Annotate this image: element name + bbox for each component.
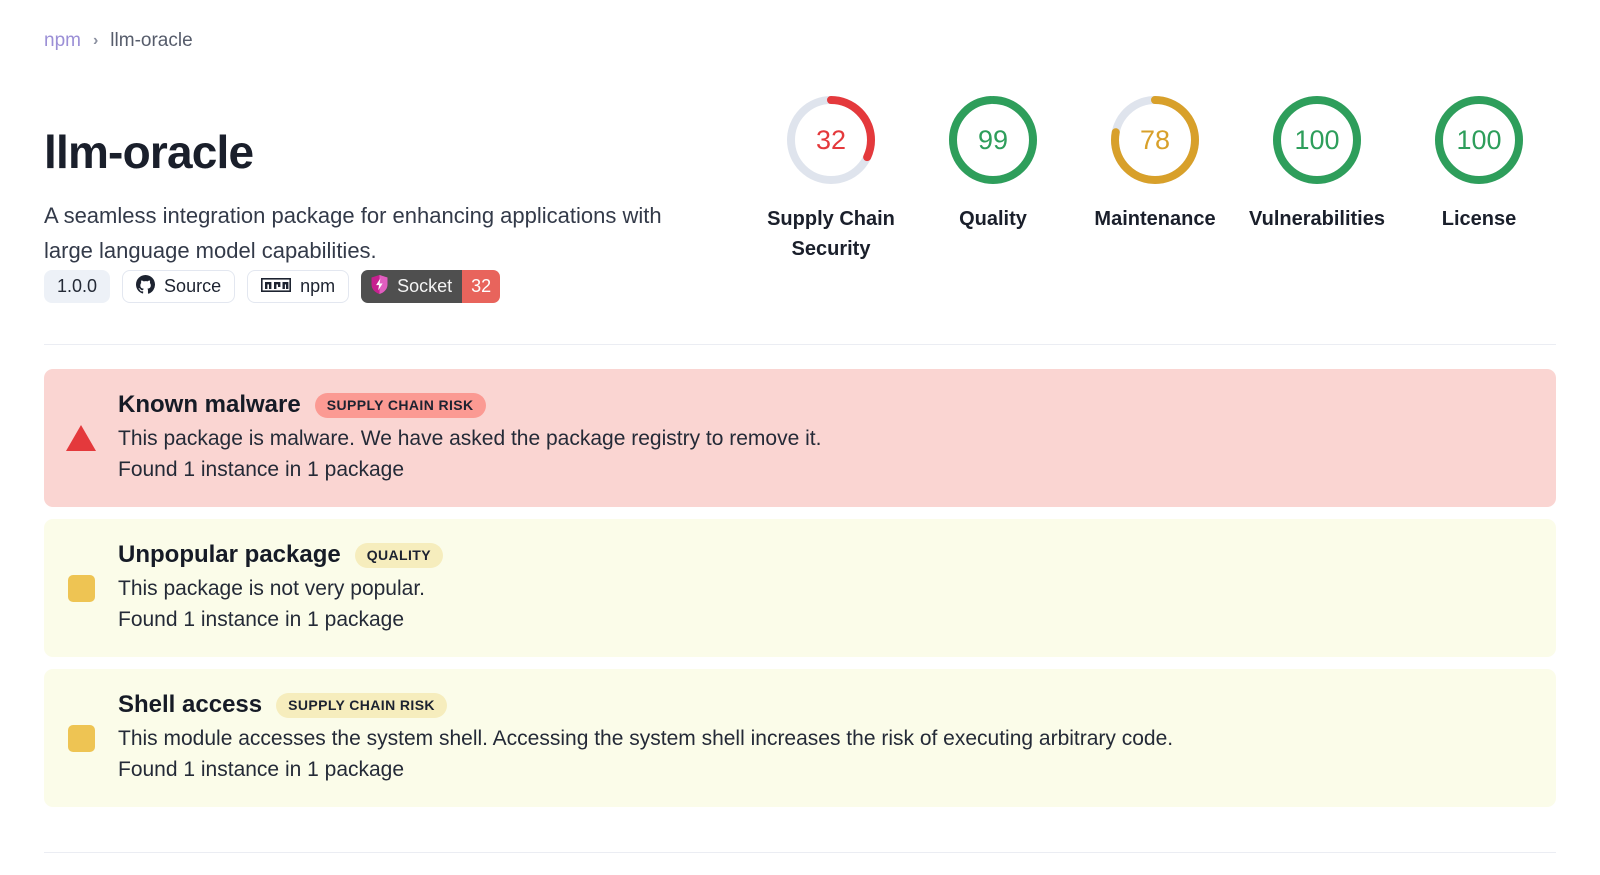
score-card-quality[interactable]: 99 Quality bbox=[912, 92, 1074, 234]
warning-square-icon bbox=[44, 724, 118, 752]
npm-link-button[interactable]: npm bbox=[247, 270, 350, 303]
package-overview-page: npm › llm-oracle llm-oracle A seamless i… bbox=[0, 0, 1600, 875]
breadcrumb-current: llm-oracle bbox=[110, 30, 193, 51]
package-meta-pills: 1.0.0 Source npm Socket 32 bbox=[44, 270, 501, 303]
npm-link-label: npm bbox=[300, 276, 336, 296]
alert-title: Shell access bbox=[118, 691, 263, 718]
warning-triangle-icon-shape bbox=[66, 425, 96, 451]
source-link-label: Source bbox=[164, 276, 222, 296]
score-value: 100 bbox=[1294, 124, 1340, 155]
alert-body: Shell access SUPPLY CHAIN RISK This module… bbox=[118, 691, 1556, 785]
score-value: 99 bbox=[977, 124, 1009, 155]
alert-header: Unpopular package QUALITY bbox=[118, 541, 1556, 569]
page-title: llm-oracle bbox=[44, 125, 254, 178]
socket-badge-label: Socket bbox=[397, 276, 453, 296]
alert-instance-count: Found 1 instance in 1 package bbox=[118, 608, 405, 631]
alert-description: This package is malware. We have asked t… bbox=[118, 427, 822, 450]
warning-triangle-icon bbox=[44, 425, 118, 451]
alert-instance-count: Found 1 instance in 1 package bbox=[118, 758, 405, 781]
score-ring-license: 100 bbox=[1431, 92, 1527, 188]
alert-title: Unpopular package bbox=[118, 541, 341, 568]
score-label: Vulnerabilities bbox=[1249, 208, 1385, 230]
score-ring-vulnerabilities: 100 bbox=[1269, 92, 1365, 188]
score-rings: 32 Supply Chain Security 99 Quality 78 Mainte… bbox=[750, 92, 1560, 264]
warning-square-icon bbox=[44, 574, 118, 602]
alert-title: Known malware bbox=[118, 391, 301, 418]
score-value: 100 bbox=[1456, 124, 1502, 155]
score-ring-supply-chain-security: 32 bbox=[783, 92, 879, 188]
header-divider bbox=[44, 344, 1556, 345]
alert-body: Unpopular package QUALITY This package is … bbox=[118, 541, 1556, 635]
alert-category-badge: SUPPLY CHAIN RISK bbox=[314, 392, 486, 418]
alert-category-badge: SUPPLY CHAIN RISK bbox=[276, 692, 447, 718]
version-badge: 1.0.0 bbox=[44, 270, 111, 303]
score-card-maintenance[interactable]: 78 Maintenance bbox=[1074, 92, 1236, 234]
socket-shield-icon bbox=[370, 274, 389, 300]
breadcrumb: npm › llm-oracle bbox=[44, 30, 193, 52]
score-value: 32 bbox=[815, 124, 847, 155]
warning-square-icon-shape bbox=[67, 724, 95, 752]
source-link-button[interactable]: Source bbox=[122, 270, 236, 303]
score-label: Quality bbox=[959, 208, 1027, 230]
score-card-license[interactable]: 100 License bbox=[1398, 92, 1560, 234]
socket-badge-left: Socket bbox=[361, 270, 463, 303]
footer-divider bbox=[44, 852, 1556, 853]
alert-description: This module accesses the system shell. A… bbox=[118, 727, 1174, 750]
alert-description: This package is not very popular. bbox=[118, 577, 426, 600]
alert-card[interactable]: Known malware SUPPLY CHAIN RISK This packa… bbox=[44, 369, 1556, 507]
npm-logo-icon bbox=[260, 276, 292, 297]
score-label: License bbox=[1441, 208, 1517, 230]
alert-header: Known malware SUPPLY CHAIN RISK bbox=[118, 391, 1556, 419]
alert-card[interactable]: Unpopular package QUALITY This package is … bbox=[44, 519, 1556, 657]
alert-header: Shell access SUPPLY CHAIN RISK bbox=[118, 691, 1556, 719]
score-label: Supply Chain Security bbox=[767, 208, 895, 260]
score-ring-quality: 99 bbox=[945, 92, 1041, 188]
alert-category-badge: QUALITY bbox=[354, 542, 443, 568]
socket-score-badge[interactable]: Socket 32 bbox=[361, 270, 501, 303]
alerts-list: Known malware SUPPLY CHAIN RISK This packa… bbox=[44, 369, 1556, 819]
alert-instance-count: Found 1 instance in 1 package bbox=[118, 458, 405, 481]
score-label: Maintenance bbox=[1094, 208, 1216, 230]
chevron-right-icon: › bbox=[92, 32, 99, 49]
package-description: A seamless integration package for enhan… bbox=[44, 203, 662, 263]
score-value: 78 bbox=[1139, 124, 1171, 155]
score-ring-maintenance: 78 bbox=[1107, 92, 1203, 188]
alert-card[interactable]: Shell access SUPPLY CHAIN RISK This module… bbox=[44, 669, 1556, 807]
socket-badge-score: 32 bbox=[462, 270, 501, 303]
alert-body: Known malware SUPPLY CHAIN RISK This packa… bbox=[118, 391, 1556, 485]
github-icon bbox=[136, 274, 156, 299]
warning-square-icon-shape bbox=[67, 574, 95, 602]
score-card-vulnerabilities[interactable]: 100 Vulnerabilities bbox=[1236, 92, 1398, 234]
breadcrumb-link-npm[interactable]: npm bbox=[44, 30, 81, 52]
score-card-supply-chain-security[interactable]: 32 Supply Chain Security bbox=[750, 92, 912, 264]
